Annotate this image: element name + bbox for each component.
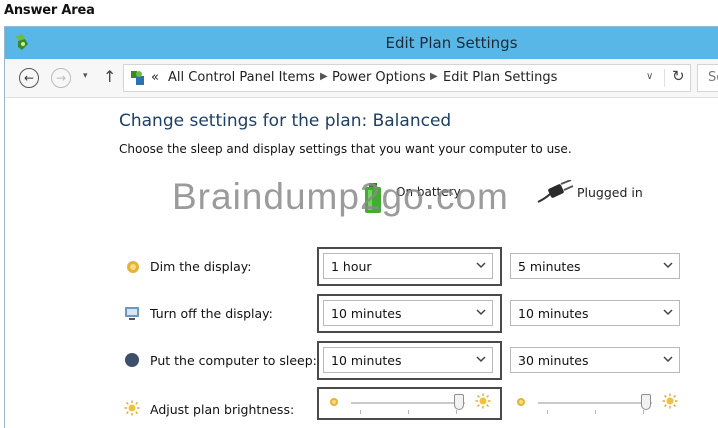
up-arrow-icon[interactable]: ↑ <box>103 67 116 86</box>
display-off-icon <box>125 307 139 320</box>
dim-display-plugged-in-value: 5 minutes <box>518 259 581 274</box>
dim-display-label: Dim the display: <box>150 259 252 274</box>
chevron-down-icon <box>476 262 486 269</box>
address-bar[interactable]: « All Control Panel Items ▶ Power Option… <box>123 64 691 92</box>
page-subheading: Choose the sleep and display settings th… <box>119 142 572 156</box>
address-dropdown-chevron-icon[interactable]: ∨ <box>646 71 653 82</box>
navigation-bar: ← → ▾ ↑ « All Control Panel Items ▶ Powe… <box>5 59 718 98</box>
refresh-icon[interactable]: ↻ <box>672 67 685 85</box>
window-title: Edit Plan Settings <box>385 34 518 52</box>
watermark: Braindump2go.com <box>172 176 509 217</box>
turn-off-display-plugged-in-value: 10 minutes <box>518 306 589 321</box>
brightness-on-battery-slider[interactable] <box>323 390 495 416</box>
breadcrumb-separator-icon[interactable]: ▶ <box>430 71 438 82</box>
slider-tick <box>360 410 361 414</box>
page-heading: Change settings for the plan: Balanced <box>119 111 452 131</box>
dim-brightness-icon <box>517 398 525 406</box>
chevron-down-icon <box>663 356 673 363</box>
search-input[interactable]: Se <box>697 64 718 92</box>
slider-tick <box>547 410 548 414</box>
turn-off-display-label: Turn off the display: <box>150 306 273 321</box>
slider-tick <box>595 410 596 414</box>
chevron-down-icon <box>663 262 673 269</box>
slider-track <box>538 402 652 404</box>
chevron-down-icon <box>476 309 486 316</box>
sleep-on-battery-value: 10 minutes <box>331 353 402 368</box>
turn-off-display-plugged-in-select[interactable]: 10 minutes <box>510 300 680 326</box>
dim-brightness-icon <box>330 398 338 406</box>
sleep-plugged-in-select[interactable]: 30 minutes <box>510 347 680 373</box>
recent-locations-chevron-icon[interactable]: ▾ <box>83 71 88 81</box>
slider-tick <box>643 410 644 414</box>
control-panel-icon <box>131 71 144 85</box>
plug-icon <box>537 180 574 203</box>
slider-tick <box>408 410 409 414</box>
brightness-plugged-in-slider[interactable] <box>510 390 682 416</box>
sleep-on-battery-select[interactable]: 10 minutes <box>323 347 493 373</box>
back-button[interactable]: ← <box>19 68 39 88</box>
bright-brightness-icon <box>475 393 491 409</box>
turn-off-display-on-battery-value: 10 minutes <box>331 306 402 321</box>
brightness-icon <box>124 400 140 416</box>
breadcrumb-separator-icon[interactable]: ▶ <box>320 71 328 82</box>
sleep-label: Put the computer to sleep: <box>150 353 317 368</box>
brightness-label: Adjust plan brightness: <box>150 402 295 417</box>
turn-off-display-on-battery-select[interactable]: 10 minutes <box>323 300 493 326</box>
title-bar: Edit Plan Settings <box>5 27 718 59</box>
slider-track <box>351 402 465 404</box>
bright-brightness-icon <box>662 393 678 409</box>
breadcrumb-all-control-panel-items[interactable]: All Control Panel Items <box>168 70 315 85</box>
chevron-down-icon <box>476 356 486 363</box>
chevron-down-icon <box>663 309 673 316</box>
answer-area-label: Answer Area <box>4 3 95 18</box>
address-divider <box>664 69 665 87</box>
dim-display-plugged-in-select[interactable]: 5 minutes <box>510 253 680 279</box>
breadcrumb-power-options[interactable]: Power Options <box>332 70 426 85</box>
sleep-icon <box>125 353 139 367</box>
dim-display-on-battery-select[interactable]: 1 hour <box>323 253 493 279</box>
slider-thumb[interactable] <box>454 394 465 410</box>
dim-display-on-battery-value: 1 hour <box>331 259 372 274</box>
plugged-in-column-label: Plugged in <box>577 185 643 200</box>
breadcrumb-edit-plan-settings[interactable]: Edit Plan Settings <box>443 70 557 85</box>
dim-display-icon <box>127 261 139 273</box>
slider-tick <box>456 410 457 414</box>
slider-thumb[interactable] <box>641 394 652 410</box>
sleep-plugged-in-value: 30 minutes <box>518 353 589 368</box>
forward-button[interactable]: → <box>51 68 71 88</box>
breadcrumb-overflow[interactable]: « <box>151 70 159 85</box>
